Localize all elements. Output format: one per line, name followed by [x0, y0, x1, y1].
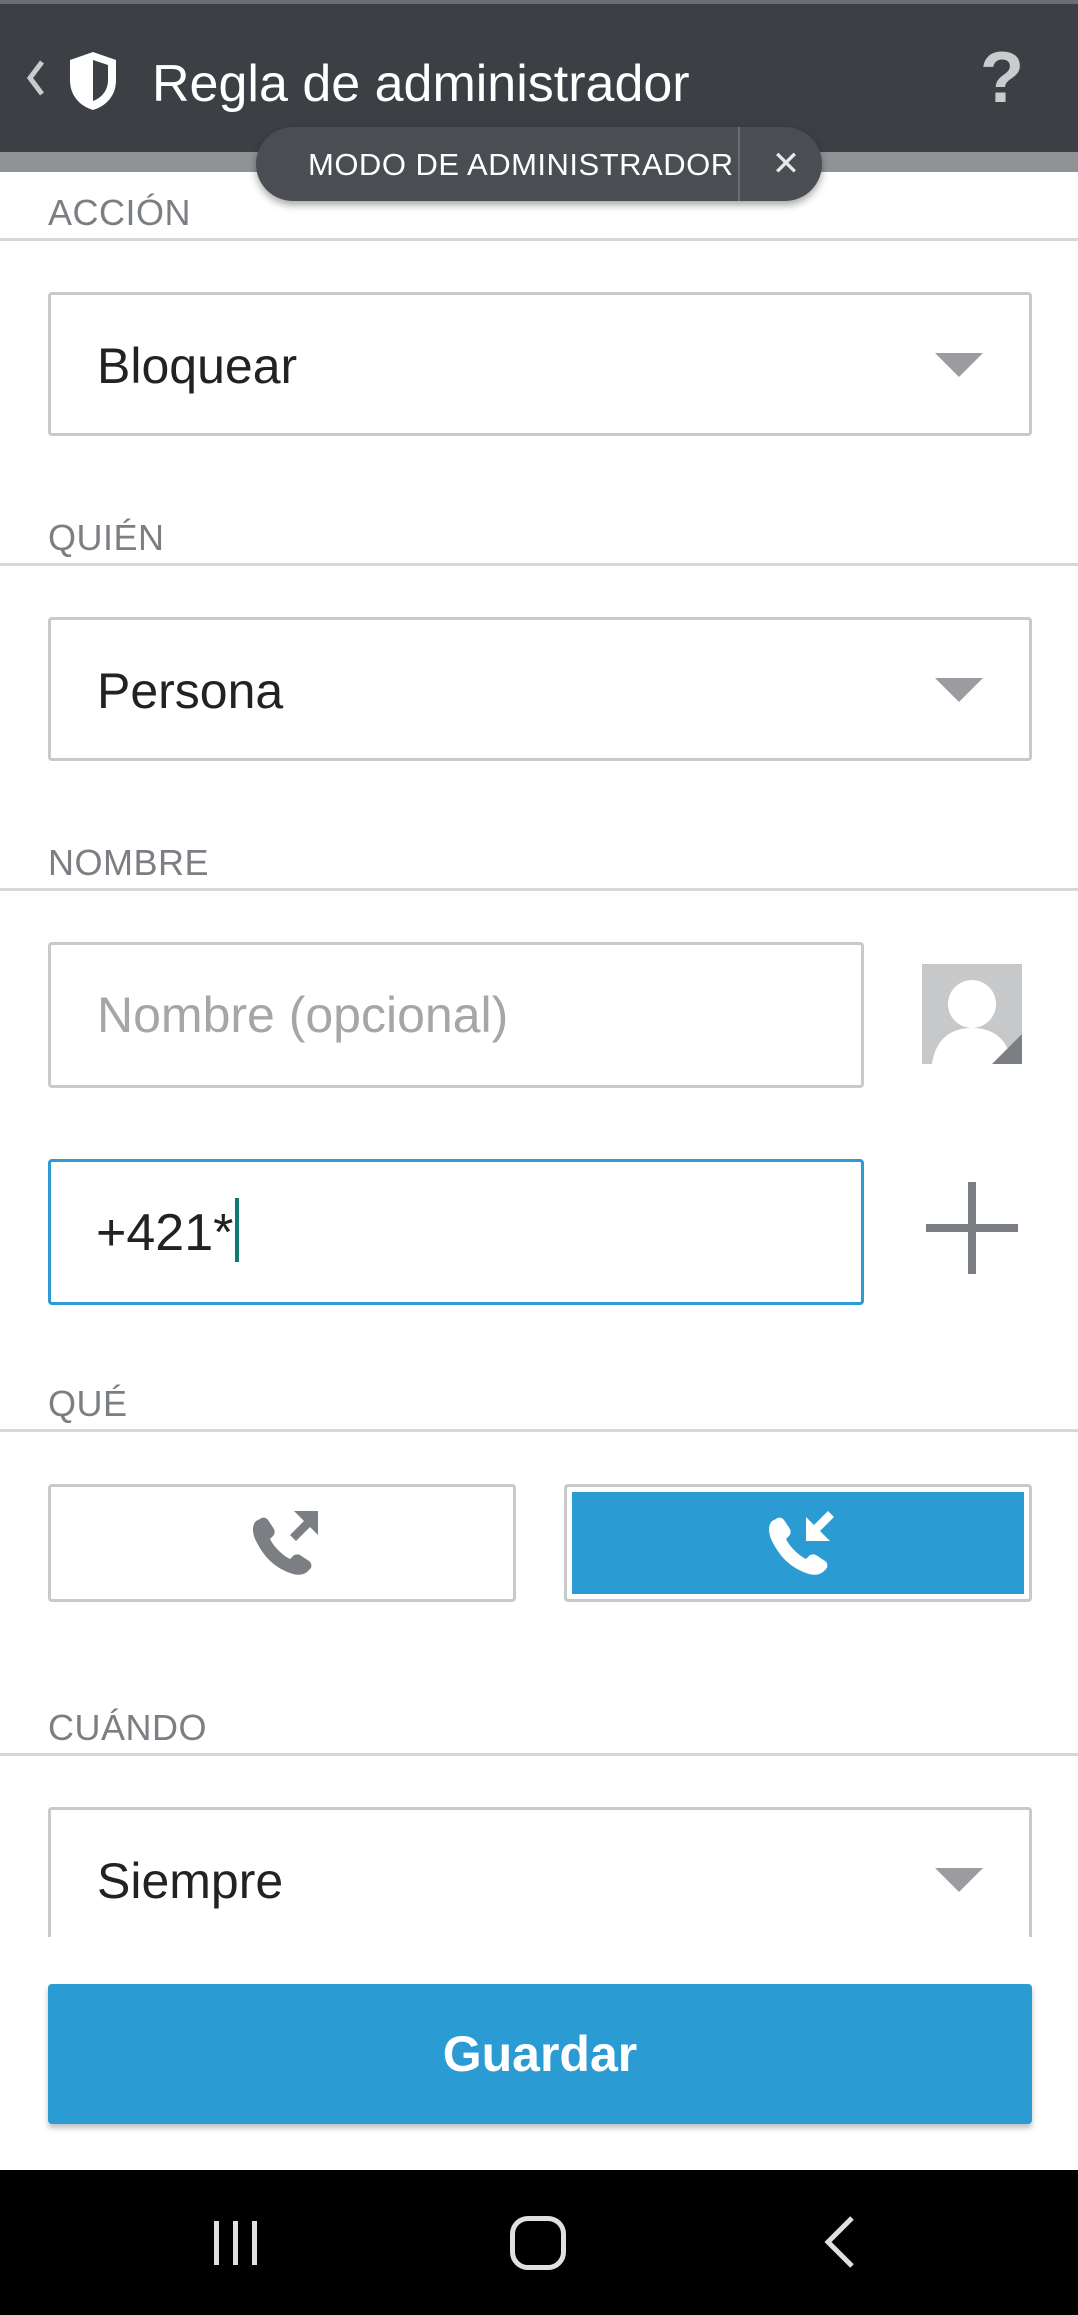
text-cursor — [235, 1198, 240, 1262]
caret-down-icon — [935, 353, 983, 377]
outgoing-call-button[interactable] — [48, 1484, 516, 1602]
section-label-action: ACCIÓN — [48, 192, 192, 233]
section-divider — [0, 238, 1078, 241]
close-icon[interactable]: ✕ — [750, 127, 822, 201]
section-label-name: NOMBRE — [48, 842, 210, 883]
save-button[interactable]: Guardar — [48, 1984, 1032, 2124]
help-icon[interactable]: ? — [980, 42, 1024, 114]
phone-number-text: +421* — [96, 1204, 234, 1262]
admin-mode-divider — [738, 127, 740, 201]
action-dropdown[interactable]: Bloquear — [48, 292, 1032, 436]
admin-mode-label: MODO DE ADMINISTRADOR — [308, 147, 734, 182]
home-icon[interactable] — [510, 2216, 566, 2270]
when-dropdown[interactable]: Siempre — [48, 1807, 1032, 1937]
add-number-icon[interactable] — [924, 1180, 1020, 1276]
outgoing-call-icon — [253, 1511, 318, 1575]
section-divider — [0, 563, 1078, 566]
section-divider — [0, 888, 1078, 891]
section-label-who: QUIÉN — [48, 517, 165, 558]
admin-mode-banner: MODO DE ADMINISTRADOR ✕ — [256, 127, 822, 201]
action-dropdown-value: Bloquear — [97, 338, 298, 394]
caret-down-icon — [935, 1868, 983, 1892]
section-divider — [0, 1429, 1078, 1432]
back-chevron-icon[interactable] — [20, 48, 50, 108]
who-dropdown-value: Persona — [97, 663, 284, 719]
recent-apps-icon[interactable] — [212, 2221, 260, 2265]
incoming-call-icon — [769, 1511, 834, 1575]
name-input[interactable] — [48, 942, 864, 1088]
when-dropdown-value: Siempre — [97, 1853, 284, 1909]
who-dropdown[interactable]: Persona — [48, 617, 1032, 761]
page-title: Regla de administrador — [152, 55, 690, 113]
incoming-call-button[interactable] — [564, 1484, 1032, 1602]
system-nav-bar — [0, 2170, 1078, 2315]
section-label-what: QUÉ — [48, 1383, 128, 1424]
shield-icon — [70, 52, 116, 110]
nav-back-icon[interactable] — [820, 2214, 860, 2270]
caret-down-icon — [935, 678, 983, 702]
contact-picker-icon[interactable] — [922, 964, 1022, 1064]
section-divider — [0, 1753, 1078, 1756]
phone-number-value: +421* — [96, 1198, 240, 1263]
section-label-when: CUÁNDO — [48, 1707, 208, 1748]
